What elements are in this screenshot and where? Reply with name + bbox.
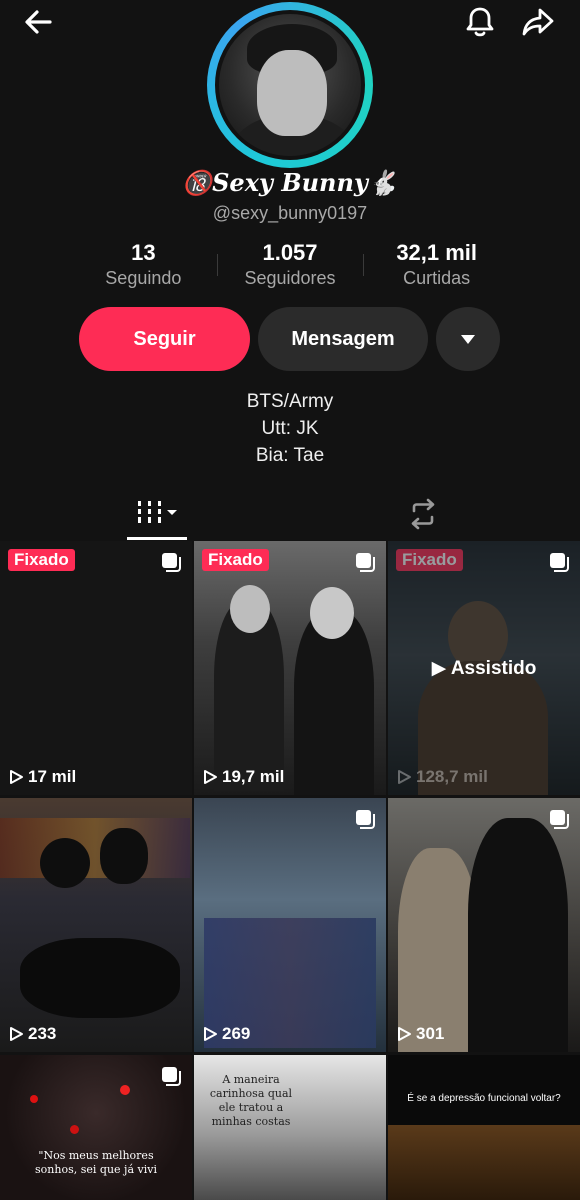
profile-stats: 13 Seguindo 1.057 Seguidores 32,1 mil Cu…	[70, 240, 510, 294]
video-caption: É se a depressão funcional voltar?	[407, 1093, 561, 1104]
multi-photo-icon	[356, 810, 375, 829]
multi-photo-icon	[550, 810, 569, 829]
video-tile[interactable]: 269	[194, 798, 386, 1052]
stat-likes-count: 32,1 mil	[396, 240, 478, 265]
watched-label: ▶ Assistido	[431, 658, 537, 679]
bell-icon[interactable]	[462, 4, 498, 40]
view-count: 233	[8, 1024, 56, 1044]
view-count-label: 233	[28, 1024, 57, 1043]
share-icon[interactable]	[520, 4, 556, 40]
play-icon	[10, 1027, 23, 1041]
video-tile[interactable]: "Nos meus melhores sonhos, sei que já vi…	[0, 1055, 192, 1200]
view-count-label: 19,7 mil	[222, 767, 285, 786]
chevron-down-icon	[461, 335, 475, 344]
stat-following-label: Seguindo	[105, 268, 182, 288]
bio-line: Utt: JK	[261, 418, 319, 439]
video-tile[interactable]: A maneira carinhosa qual ele tratou a mi…	[194, 1055, 386, 1200]
stat-followers-label: Seguidores	[244, 268, 336, 288]
multi-photo-icon	[162, 553, 181, 572]
more-button[interactable]	[436, 307, 500, 371]
multi-photo-icon	[162, 1067, 181, 1086]
view-count: 128,7 mil	[396, 767, 488, 787]
stat-likes-label: Curtidas	[403, 268, 471, 288]
view-count-label: 128,7 mil	[416, 767, 488, 786]
back-arrow-icon[interactable]	[20, 4, 56, 40]
play-icon	[10, 770, 23, 784]
video-tile[interactable]: Fixado 19,7 mil	[194, 541, 386, 795]
stat-following[interactable]: 13 Seguindo	[70, 240, 217, 294]
repost-icon	[411, 498, 435, 530]
pinned-badge: Fixado	[396, 549, 463, 571]
video-caption: A maneira carinhosa qual ele tratou a mi…	[209, 1073, 293, 1128]
play-icon	[204, 770, 217, 784]
grid-icon	[138, 500, 177, 523]
bio-line: Bia: Tae	[255, 445, 325, 466]
play-icon	[398, 1027, 411, 1041]
message-button[interactable]: Mensagem	[258, 307, 428, 371]
follow-button[interactable]: Seguir	[79, 307, 250, 371]
stat-following-count: 13	[131, 240, 156, 265]
video-tile[interactable]: Fixado ▶ Assistido 128,7 mil	[388, 541, 580, 795]
stat-followers[interactable]: 1.057 Seguidores	[216, 240, 364, 294]
profile-tabs	[0, 488, 580, 540]
play-icon	[204, 1027, 217, 1041]
watched-text: Assistido	[450, 658, 537, 679]
multi-photo-icon	[356, 553, 375, 572]
video-tile[interactable]: 301	[388, 798, 580, 1052]
play-icon	[398, 770, 411, 784]
profile-bio: BTS/Army Utt: JK Bia: Tae	[0, 388, 580, 469]
avatar[interactable]	[215, 10, 365, 160]
display-name: 🔞Sexy Bunny🐇	[182, 168, 398, 197]
view-count: 19,7 mil	[202, 767, 284, 787]
view-count-label: 301	[416, 1024, 445, 1043]
view-count-label: 269	[222, 1024, 251, 1043]
view-count: 301	[396, 1024, 444, 1044]
pinned-badge: Fixado	[202, 549, 269, 571]
view-count: 269	[202, 1024, 250, 1044]
bio-line: BTS/Army	[246, 391, 334, 412]
view-count: 17 mil	[8, 767, 76, 787]
video-tile[interactable]: É se a depressão funcional voltar?	[388, 1055, 580, 1200]
view-count-label: 17 mil	[28, 767, 77, 786]
stat-likes: 32,1 mil Curtidas	[363, 240, 510, 294]
pinned-badge: Fixado	[8, 549, 75, 571]
video-caption: "Nos meus melhores sonhos, sei que já vi…	[35, 1149, 157, 1176]
avatar-ring[interactable]	[207, 2, 373, 168]
tab-videos[interactable]	[127, 488, 187, 540]
username: @sexy_bunny0197	[212, 203, 368, 223]
tab-reposts[interactable]	[395, 488, 451, 540]
multi-photo-icon	[550, 553, 569, 572]
video-tile[interactable]: 233	[0, 798, 192, 1052]
video-tile[interactable]: Fixado 17 mil	[0, 541, 192, 795]
profile-actions: Seguir Mensagem	[79, 307, 500, 371]
stat-followers-count: 1.057	[262, 240, 318, 265]
